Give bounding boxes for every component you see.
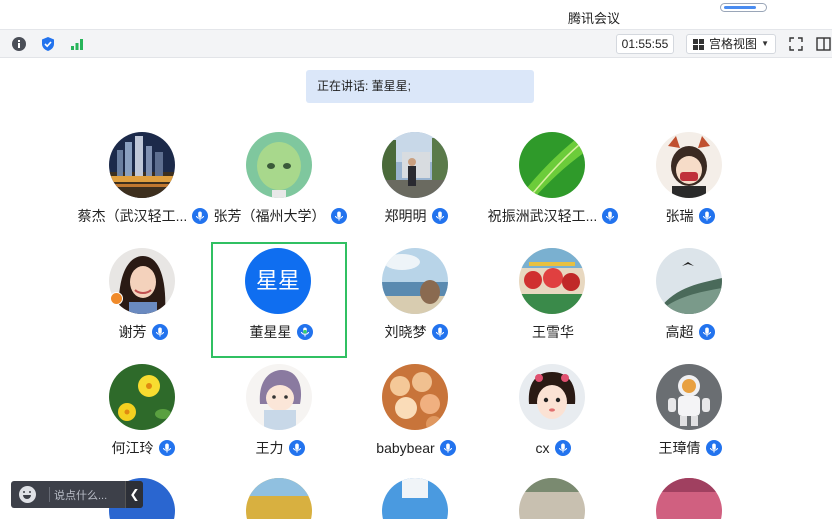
emoji-icon[interactable]: [19, 486, 36, 503]
avatar: [382, 132, 448, 198]
chat-input-bar[interactable]: 说点什么... ❮: [11, 481, 143, 508]
window-control-pill[interactable]: [720, 3, 767, 12]
participant-tile[interactable]: cx: [485, 346, 621, 462]
participant-tile[interactable]: 王雪华: [485, 230, 621, 346]
participant-name: 蔡杰（武汉轻工...: [77, 208, 188, 224]
view-mode-label: 宫格视图: [709, 37, 758, 51]
participant-tile[interactable]: 谢芳: [75, 230, 211, 346]
shield-icon[interactable]: [39, 35, 57, 53]
participant-tile[interactable]: 何江玲: [75, 346, 211, 462]
grid-view-dropdown[interactable]: 宫格视图 ▼: [686, 34, 776, 54]
participant-name: cx: [535, 440, 550, 456]
info-icon[interactable]: [10, 35, 28, 53]
panel-icon[interactable]: [814, 35, 832, 53]
participant-name: 谢芳: [118, 324, 147, 340]
participant-tile-active-speaker[interactable]: 星星 董星星: [211, 242, 347, 358]
microphone-icon[interactable]: [151, 324, 168, 340]
microphone-icon[interactable]: [705, 440, 722, 456]
microphone-speaking-icon[interactable]: [296, 324, 313, 340]
microphone-icon[interactable]: [698, 208, 715, 224]
avatar: [656, 132, 722, 198]
avatar: [246, 132, 312, 198]
signal-bars-icon[interactable]: [68, 35, 86, 53]
participant-name: 王雪华: [532, 324, 574, 340]
participant-name: babybear: [376, 440, 435, 456]
participant-tile[interactable]: 蔡杰（武汉轻工...: [75, 114, 211, 230]
avatar: [109, 364, 175, 430]
participant-name: 张瑞: [665, 208, 694, 224]
microphone-icon[interactable]: [158, 440, 175, 456]
participant-tile[interactable]: babybear: [348, 346, 484, 462]
avatar: [519, 364, 585, 430]
microphone-icon[interactable]: [431, 208, 448, 224]
microphone-icon[interactable]: [602, 208, 619, 224]
meeting-timer: 01:55:55: [616, 34, 674, 54]
microphone-icon[interactable]: [431, 324, 448, 340]
avatar: [246, 364, 312, 430]
collapse-chevron-icon[interactable]: ❮: [125, 481, 143, 508]
avatar-peek: [656, 478, 722, 519]
avatar: [109, 132, 175, 198]
host-badge-icon: [110, 292, 123, 305]
avatar: [382, 364, 448, 430]
participant-tile[interactable]: 王力: [212, 346, 348, 462]
avatar-peek: [382, 478, 448, 519]
participant-tile[interactable]: 王璋倩: [622, 346, 758, 462]
avatar-peek: [246, 478, 312, 519]
participant-name: 王璋倩: [658, 440, 701, 456]
participant-tile[interactable]: 张瑞: [622, 114, 758, 230]
participant-tile[interactable]: 祝振洲武汉轻工...: [485, 114, 621, 230]
microphone-icon[interactable]: [554, 440, 571, 456]
microphone-icon[interactable]: [439, 440, 456, 456]
microphone-icon[interactable]: [698, 324, 715, 340]
avatar: 星星: [245, 248, 311, 314]
participant-name: 高超: [665, 324, 694, 340]
avatar: [519, 132, 585, 198]
participant-name: 郑明明: [384, 208, 427, 224]
participant-name: 董星星: [249, 324, 292, 340]
avatar: [519, 248, 585, 314]
participant-name: 刘晓梦: [384, 324, 427, 340]
participant-tile[interactable]: 高超: [622, 230, 758, 346]
avatar-peek: [519, 478, 585, 519]
participant-name: 王力: [255, 440, 284, 456]
microphone-icon[interactable]: [288, 440, 305, 456]
participant-tile[interactable]: 张芳（福州大学）: [212, 114, 348, 230]
participant-name: 张芳（福州大学）: [213, 208, 326, 224]
grid-icon: [693, 39, 704, 50]
title-bar: 腾讯会议: [0, 0, 832, 30]
window-title: 腾讯会议: [567, 11, 620, 26]
participant-name: 何江玲: [111, 440, 154, 456]
avatar: [382, 248, 448, 314]
chat-placeholder[interactable]: 说点什么...: [54, 487, 107, 503]
caret-down-icon: ▼: [761, 39, 769, 48]
participant-name: 祝振洲武汉轻工...: [487, 208, 598, 224]
avatar: [656, 248, 722, 314]
microphone-icon[interactable]: [192, 208, 209, 224]
participant-tile[interactable]: 郑明明: [348, 114, 484, 230]
participant-tile[interactable]: 刘晓梦: [348, 230, 484, 346]
microphone-icon[interactable]: [330, 208, 347, 224]
avatar: [656, 364, 722, 430]
meeting-toolbar: 01:55:55 宫格视图 ▼: [0, 30, 832, 58]
fullscreen-icon[interactable]: [787, 35, 805, 53]
speaking-indicator: 正在讲话: 董星星;: [306, 70, 534, 103]
